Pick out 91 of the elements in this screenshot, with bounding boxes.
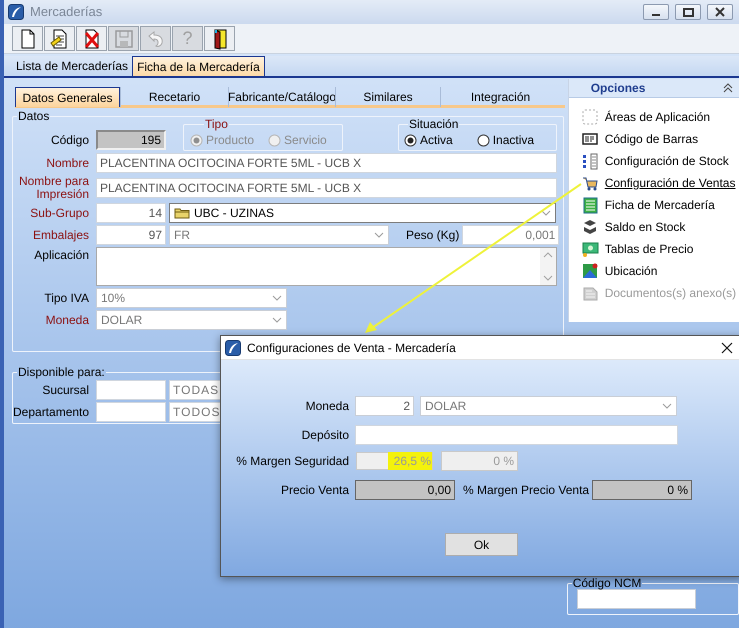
option-link[interactable]: Tablas de Precio bbox=[604, 240, 694, 258]
dropdown-icon bbox=[662, 403, 672, 409]
group-title: Datos bbox=[17, 110, 50, 122]
group-title: Disponible para: bbox=[17, 366, 106, 378]
dropdown[interactable]: UBC - UZINAS bbox=[169, 203, 556, 223]
banknote-icon bbox=[580, 240, 599, 258]
code-field[interactable]: 2 bbox=[355, 396, 414, 416]
app-icon bbox=[225, 340, 241, 356]
dropdown[interactable]: 10% bbox=[96, 288, 287, 308]
radio-button[interactable]: Activa bbox=[404, 131, 453, 149]
window-title: Mercaderías bbox=[30, 3, 102, 22]
code-field[interactable] bbox=[96, 380, 166, 400]
dropdown[interactable]: DOLAR bbox=[420, 396, 677, 416]
field-label: Tipo IVA bbox=[43, 292, 89, 304]
tab[interactable]: Integración bbox=[440, 87, 560, 107]
field-label: Peso (Kg) bbox=[406, 227, 460, 244]
ok-button[interactable]: Ok bbox=[445, 533, 518, 556]
edit-button[interactable] bbox=[44, 26, 75, 51]
dropdown-value: UBC - UZINAS bbox=[194, 205, 276, 222]
dropdown[interactable]: FR bbox=[169, 225, 389, 245]
scroll-up-icon bbox=[543, 252, 553, 258]
option-link[interactable]: Código de Barras bbox=[604, 130, 698, 148]
dropdown-value: FR bbox=[174, 227, 191, 244]
field-label: Embalajes bbox=[32, 228, 89, 242]
text-field[interactable]: PLACENTINA OCITOCINA FORTE 5ML - UCB X bbox=[96, 153, 557, 173]
code-field[interactable]: 195 bbox=[96, 130, 166, 150]
field-label: Aplicación bbox=[33, 249, 89, 262]
dropdown-icon bbox=[272, 317, 282, 323]
new-button[interactable] bbox=[12, 26, 43, 51]
option-link[interactable]: Ubicación bbox=[604, 262, 658, 280]
folder-icon bbox=[174, 207, 190, 219]
field-label: Código bbox=[50, 134, 89, 146]
dropdown[interactable]: DOLAR bbox=[96, 310, 287, 330]
code-field[interactable] bbox=[96, 402, 166, 422]
minimize-button[interactable] bbox=[643, 4, 669, 20]
exit-button[interactable] bbox=[204, 26, 235, 51]
field-label: Sub-Grupo bbox=[29, 206, 89, 220]
dropdown-value: DOLAR bbox=[101, 312, 144, 329]
field-label: Moneda bbox=[304, 398, 349, 415]
tab[interactable]: Similares bbox=[335, 87, 440, 107]
field-label: Depósito bbox=[300, 427, 349, 444]
delete-button[interactable] bbox=[76, 26, 107, 51]
field-label: Precio Venta bbox=[280, 482, 349, 499]
field-label: % Margen Precio Venta bbox=[463, 482, 590, 499]
field-label: % Margen Seguridad bbox=[235, 453, 349, 470]
field-value: 26,5 % bbox=[388, 452, 432, 470]
tab[interactable]: Fabricante/Catálogo bbox=[228, 87, 335, 107]
list-icon bbox=[580, 152, 599, 170]
field-label: Moneda bbox=[44, 314, 89, 326]
text-field[interactable]: 0,001 bbox=[462, 225, 560, 245]
app-icon bbox=[8, 4, 24, 20]
tab[interactable]: Ficha de la Mercadería bbox=[132, 56, 265, 76]
group-title: Situación bbox=[408, 118, 460, 130]
tab[interactable]: Datos Generales bbox=[15, 87, 120, 107]
code-field[interactable]: 14 bbox=[96, 203, 166, 223]
group-title: Tipo bbox=[204, 118, 229, 130]
dialog-title: Configuraciones de Venta - Mercadería bbox=[247, 340, 456, 356]
map-icon bbox=[580, 262, 599, 280]
dropdown-icon bbox=[541, 210, 551, 216]
option-link[interactable]: Áreas de Aplicación bbox=[604, 108, 710, 126]
option-link[interactable]: Ficha de Mercadería bbox=[604, 196, 715, 214]
close-button[interactable] bbox=[707, 4, 733, 20]
field-label: Nombre bbox=[45, 156, 89, 170]
dashed-square-icon bbox=[580, 108, 599, 126]
text-field[interactable] bbox=[355, 425, 678, 445]
radio-button[interactable]: Inactiva bbox=[476, 131, 534, 149]
percent-field[interactable]: 0 % bbox=[592, 480, 692, 500]
option-link[interactable]: Saldo en Stock bbox=[604, 218, 686, 236]
code-field[interactable]: 97 bbox=[96, 225, 166, 245]
option-link[interactable]: Configuración de Stock bbox=[604, 152, 729, 170]
scroll-down-icon bbox=[543, 275, 553, 281]
price-field[interactable]: 0,00 bbox=[355, 480, 455, 500]
maximize-button[interactable] bbox=[675, 4, 701, 20]
field-label: Departamento bbox=[13, 406, 89, 418]
dropdown-icon bbox=[374, 232, 384, 238]
minimize-icon bbox=[652, 14, 660, 16]
collapse-icon bbox=[723, 83, 733, 93]
dropdown-value: 10% bbox=[101, 290, 126, 307]
tab[interactable]: Lista de Mercaderías bbox=[12, 56, 132, 76]
sheet-icon bbox=[580, 196, 599, 214]
dropdown-icon bbox=[272, 295, 282, 301]
text-field[interactable]: PLACENTINA OCITOCINA FORTE 5ML - UCB X bbox=[96, 178, 557, 198]
field-label: Sucursal bbox=[41, 384, 89, 396]
close-icon bbox=[720, 340, 734, 354]
field-label: Nombre para Impresión bbox=[18, 175, 89, 201]
panel-title: Opciones bbox=[590, 80, 646, 97]
group-title: Código NCM bbox=[572, 577, 642, 589]
tab[interactable]: Recetario bbox=[120, 87, 228, 107]
option-link[interactable]: Configuración de Ventas bbox=[604, 174, 736, 192]
text-field[interactable] bbox=[576, 589, 696, 609]
dropdown-value: DOLAR bbox=[425, 398, 468, 415]
